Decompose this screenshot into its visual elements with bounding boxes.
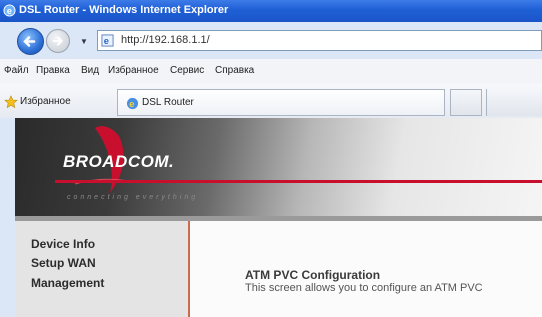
forward-button[interactable] xyxy=(46,29,70,53)
router-sidebar: Device Info Setup WAN Management xyxy=(15,221,190,317)
menu-favorites[interactable]: Избранное xyxy=(108,65,159,76)
menu-view[interactable]: Вид xyxy=(81,65,99,76)
broadcom-logo: BROADCOM. xyxy=(63,152,175,171)
ie-tab-icon: e xyxy=(126,97,139,109)
forward-arrow-icon xyxy=(52,36,64,46)
menu-edit[interactable]: Правка xyxy=(36,65,70,76)
window-title: DSL Router - Windows Internet Explorer xyxy=(19,4,229,16)
sidebar-item-management[interactable]: Management xyxy=(31,276,104,290)
window-title-bar[interactable]: e DSL Router - Windows Internet Explorer xyxy=(0,0,542,22)
tab-dsl-router[interactable]: e DSL Router xyxy=(117,89,445,116)
svg-text:e: e xyxy=(7,6,12,16)
window-left-edge xyxy=(0,118,15,317)
tab-label: DSL Router xyxy=(142,97,194,108)
favorites-button[interactable]: Избранное xyxy=(20,96,71,107)
tab-toolbar-area xyxy=(486,89,542,116)
banner-tagline: connecting everything xyxy=(67,194,199,201)
page-description: This screen allows you to configure an A… xyxy=(245,282,483,294)
banner-divider xyxy=(55,180,542,183)
address-field[interactable]: e http://192.168.1.1/ xyxy=(97,30,542,51)
back-button[interactable] xyxy=(17,28,44,55)
ie-logo-icon: e xyxy=(3,4,16,17)
new-tab-button[interactable] xyxy=(450,89,482,116)
history-dropdown-icon[interactable]: ▼ xyxy=(80,37,88,46)
sidebar-item-device-info[interactable]: Device Info xyxy=(31,237,95,251)
page-title: ATM PVC Configuration xyxy=(245,268,381,282)
broadcom-banner: BROADCOM. connecting everything xyxy=(15,118,542,216)
address-url: http://192.168.1.1/ xyxy=(121,34,210,46)
back-arrow-icon xyxy=(23,36,36,47)
menu-tools[interactable]: Сервис xyxy=(170,65,204,76)
menu-file[interactable]: Файл xyxy=(4,65,29,76)
menu-bar: Файл Правка Вид Избранное Сервис Справка xyxy=(0,59,542,85)
svg-text:e: e xyxy=(129,99,134,109)
page-icon: e xyxy=(101,34,114,47)
svg-text:e: e xyxy=(104,36,109,46)
sidebar-item-setup-wan[interactable]: Setup WAN xyxy=(31,256,96,270)
favorites-star-icon[interactable] xyxy=(4,95,18,109)
main-content: ATM PVC Configuration This screen allows… xyxy=(190,221,542,317)
menu-help[interactable]: Справка xyxy=(215,65,254,76)
